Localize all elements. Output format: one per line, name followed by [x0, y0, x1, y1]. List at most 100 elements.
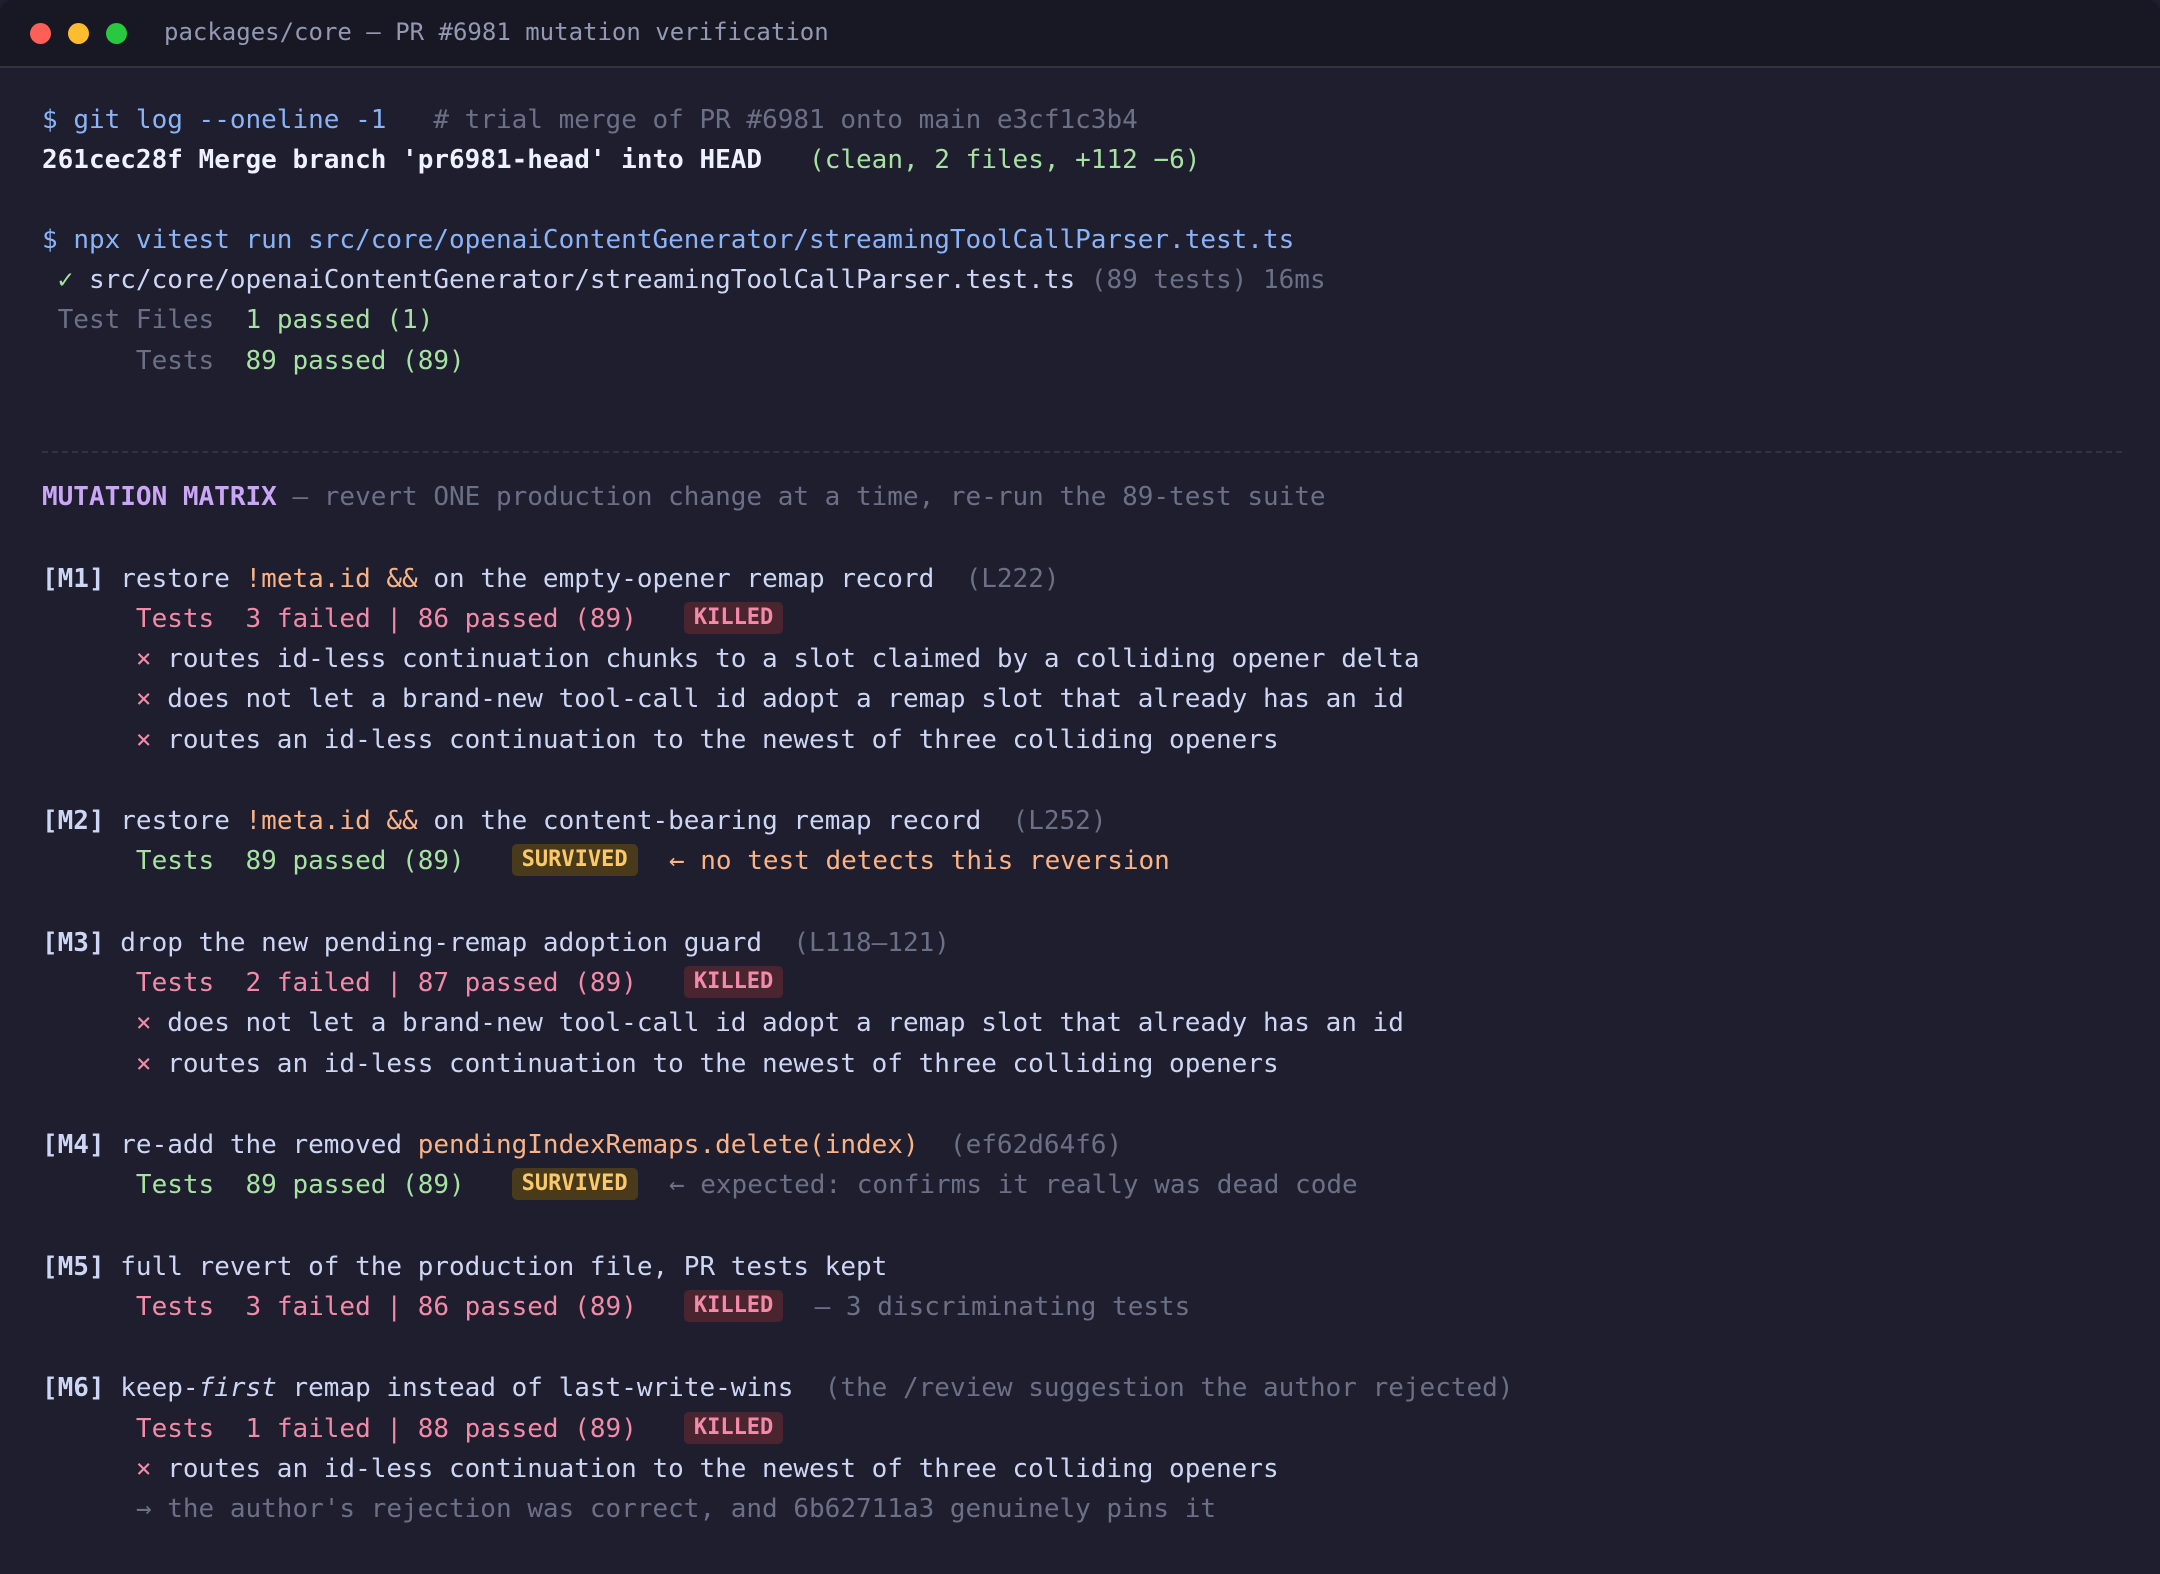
- killed-badge: KILLED: [683, 1411, 784, 1444]
- prompt: $: [42, 105, 74, 135]
- git-comment: # trial merge of PR #6981 onto main e3cf…: [433, 105, 1138, 135]
- failed-test-item: × does not let a brand-new tool-call id …: [42, 1003, 1404, 1043]
- fail-icon: ×: [135, 1454, 152, 1484]
- mutation-desc-rest: on the empty-opener remap record: [417, 564, 935, 594]
- failed-test-item: × routes id-less continuation chunks to …: [42, 639, 1420, 679]
- maximize-window-button[interactable]: [106, 23, 127, 44]
- git-commit-line: 261cec28f Merge branch 'pr6981-head' int…: [42, 140, 1200, 180]
- vitest-command-line: $ npx vitest run src/core/openaiContentG…: [42, 220, 1294, 260]
- vitest-file-line: ✓ src/core/openaiContentGenerator/stream…: [42, 260, 1326, 300]
- mutation-ref: (L252): [1012, 806, 1107, 836]
- mutation-note: — 3 discriminating tests: [814, 1292, 1191, 1322]
- test-files-label: Test Files: [57, 305, 215, 335]
- mutation-desc: full revert of the production file, PR t…: [120, 1252, 888, 1282]
- mutation-desc: keep-: [120, 1373, 199, 1403]
- close-window-button[interactable]: [30, 23, 51, 44]
- tests-label: Tests: [135, 1292, 215, 1322]
- mutation-m6-header: [M6] keep-first remap instead of last-wr…: [42, 1368, 1513, 1408]
- mutation-desc: restore: [120, 806, 246, 836]
- prompt: $: [42, 225, 74, 255]
- window-title: packages/core — PR #6981 mutation verifi…: [164, 18, 829, 46]
- minimize-window-button[interactable]: [68, 23, 89, 44]
- mutation-id: [M4]: [42, 1130, 105, 1160]
- failed-test-item: × routes an id-less continuation to the …: [42, 720, 1279, 760]
- mutation-code: !meta.id &&: [245, 806, 418, 836]
- tests-label: Tests: [135, 346, 215, 376]
- tests-summary: Tests 89 passed (89): [42, 341, 465, 381]
- test-files-summary: Test Files 1 passed (1): [42, 300, 434, 340]
- mutation-ref: (the /review suggestion the author rejec…: [824, 1373, 1514, 1403]
- test-result: 3 failed | 86 passed (89): [245, 604, 637, 634]
- mutation-m4-result: Tests 89 passed (89) SURVIVED ← expected…: [42, 1165, 1358, 1205]
- test-result: 89 passed (89): [245, 1170, 465, 1200]
- killed-badge: KILLED: [683, 965, 784, 998]
- mutation-id: [M5]: [42, 1252, 105, 1282]
- mutation-m3-header: [M3] drop the new pending-remap adoption…: [42, 923, 950, 963]
- mutation-desc: re-add the removed: [120, 1130, 418, 1160]
- failed-test-name: routes an id-less continuation to the ne…: [167, 1454, 1279, 1484]
- mutation-emphasis: first: [198, 1373, 277, 1403]
- section-divider: [42, 451, 2122, 453]
- terminal-window: packages/core — PR #6981 mutation verifi…: [0, 0, 2160, 1574]
- test-file-path: src/core/openaiContentGenerator/streamin…: [88, 265, 1076, 295]
- test-result: 1 failed | 88 passed (89): [245, 1414, 637, 1444]
- mutation-desc-rest: on the content-bearing remap record: [417, 806, 982, 836]
- mutation-id: [M2]: [42, 806, 105, 836]
- test-result: 89 passed (89): [245, 846, 465, 876]
- commit-stats: (clean, 2 files, +112 −6): [809, 145, 1201, 175]
- mutation-m2-result: Tests 89 passed (89) SURVIVED ← no test …: [42, 841, 1170, 881]
- mutation-desc: restore: [120, 564, 246, 594]
- test-result: 3 failed | 86 passed (89): [245, 1292, 637, 1322]
- matrix-subtitle: — revert ONE production change at a time…: [292, 482, 1326, 512]
- mutation-code: !meta.id &&: [245, 564, 418, 594]
- failed-test-name: does not let a brand-new tool-call id ad…: [167, 1008, 1404, 1038]
- fail-icon: ×: [135, 644, 152, 674]
- check-icon: ✓: [57, 265, 74, 295]
- test-file-meta: (89 tests) 16ms: [1090, 265, 1326, 295]
- matrix-title: MUTATION MATRIX: [42, 482, 277, 512]
- mutation-m2-header: [M2] restore !meta.id && on the content-…: [42, 801, 1106, 841]
- mutation-m1-result: Tests 3 failed | 86 passed (89) KILLED: [42, 599, 784, 639]
- tests-label: Tests: [135, 968, 215, 998]
- mutation-id: [M1]: [42, 564, 105, 594]
- fail-icon: ×: [135, 1008, 152, 1038]
- mutation-m5-result: Tests 3 failed | 86 passed (89) KILLED —…: [42, 1287, 1190, 1327]
- mutation-m6-result: Tests 1 failed | 88 passed (89) KILLED: [42, 1409, 784, 1449]
- matrix-header: MUTATION MATRIX — revert ONE production …: [42, 477, 1326, 517]
- tests-label: Tests: [135, 1414, 215, 1444]
- mutation-m1-header: [M1] restore !meta.id && on the empty-op…: [42, 559, 1060, 599]
- mutation-ref: (L222): [965, 564, 1060, 594]
- fail-icon: ×: [135, 1049, 152, 1079]
- git-command-line: $ git log --oneline -1 # trial merge of …: [42, 100, 1138, 140]
- vitest-command: npx vitest run src/core/openaiContentGen…: [73, 225, 1295, 255]
- killed-badge: KILLED: [683, 1289, 784, 1322]
- failed-test-item: × routes an id-less continuation to the …: [42, 1044, 1279, 1084]
- git-command: git log --oneline -1: [73, 105, 387, 135]
- failed-test-item: × does not let a brand-new tool-call id …: [42, 679, 1404, 719]
- failed-test-name: routes an id-less continuation to the ne…: [167, 725, 1279, 755]
- failed-test-item: × routes an id-less continuation to the …: [42, 1449, 1279, 1489]
- mutation-note: ← no test detects this reversion: [668, 846, 1170, 876]
- tests-label: Tests: [135, 1170, 215, 1200]
- test-files-value: 1 passed (1): [245, 305, 434, 335]
- commit-hash: 261cec28f: [42, 145, 183, 175]
- survived-badge: SURVIVED: [511, 843, 638, 876]
- mutation-ref: (ef62d64f6): [949, 1130, 1123, 1160]
- fail-icon: ×: [135, 684, 152, 714]
- mutation-code: pendingIndexRemaps.delete(index): [417, 1130, 919, 1160]
- test-result: 2 failed | 87 passed (89): [245, 968, 637, 998]
- conclusion-text: → the author's rejection was correct, an…: [135, 1494, 1217, 1524]
- commit-message: Merge branch 'pr6981-head' into HEAD: [198, 145, 763, 175]
- title-bar: packages/core — PR #6981 mutation verifi…: [0, 0, 2160, 68]
- conclusion-line: → the author's rejection was correct, an…: [42, 1489, 1216, 1529]
- survived-badge: SURVIVED: [511, 1167, 638, 1200]
- mutation-m3-result: Tests 2 failed | 87 passed (89) KILLED: [42, 963, 784, 1003]
- fail-icon: ×: [135, 725, 152, 755]
- mutation-desc: drop the new pending-remap adoption guar…: [120, 928, 763, 958]
- failed-test-name: does not let a brand-new tool-call id ad…: [167, 684, 1404, 714]
- mutation-desc-rest: remap instead of last-write-wins: [276, 1373, 794, 1403]
- mutation-m4-header: [M4] re-add the removed pendingIndexRema…: [42, 1125, 1122, 1165]
- tests-label: Tests: [135, 604, 215, 634]
- tests-value: 89 passed (89): [245, 346, 465, 376]
- mutation-ref: (L118–121): [793, 928, 950, 958]
